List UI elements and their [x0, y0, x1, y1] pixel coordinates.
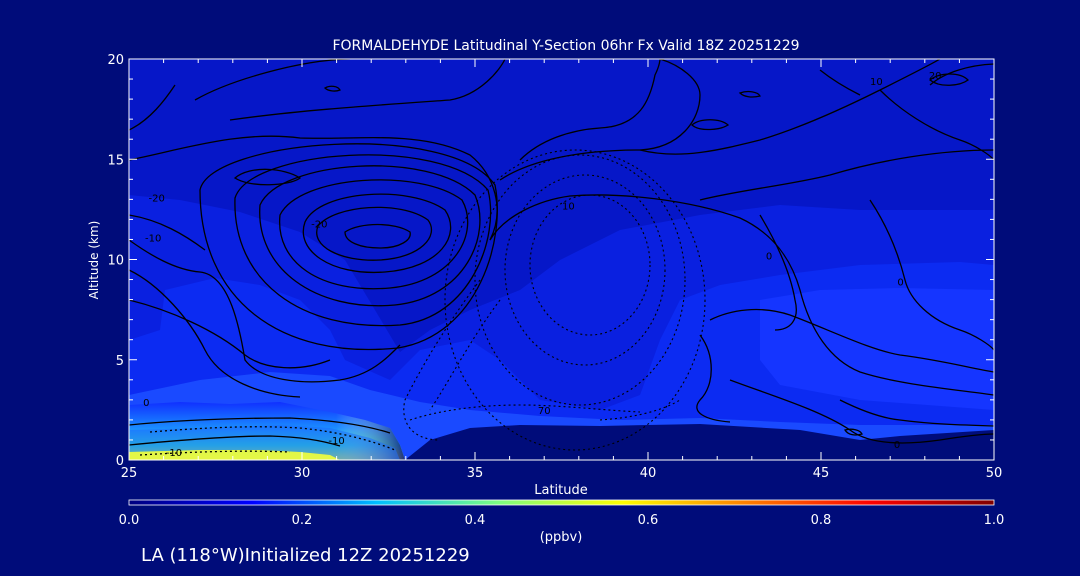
x-tick-label: 50	[986, 466, 1003, 481]
contour-label: 0	[897, 278, 903, 289]
footer-caption: LA (118°W)Initialized 12Z 20251229	[141, 545, 470, 566]
chart-title: FORMALDEHYDE Latitudinal Y-Section 06hr …	[332, 38, 799, 54]
contour-label: -10	[328, 436, 344, 447]
y-tick-label: 20	[107, 53, 124, 68]
colorbar-tick-label: 1.0	[984, 513, 1005, 528]
contour-label: 0	[143, 398, 149, 409]
contour-label: 0	[894, 440, 900, 451]
x-axis-label: Latitude	[534, 483, 588, 498]
x-tick-label: 45	[813, 466, 830, 481]
colorbar-tick-label: 0.2	[292, 513, 313, 528]
contour-label: -10	[166, 448, 182, 459]
colorbar-ticks: 0.0 0.2 0.4 0.6 0.8 1.0	[119, 513, 1005, 528]
chart-canvas: FORMALDEHYDE Latitudinal Y-Section 06hr …	[87, 38, 1005, 566]
colorbar-label: (ppbv)	[540, 530, 583, 545]
x-tick-label: 40	[640, 466, 657, 481]
x-tick-label: 35	[467, 466, 484, 481]
y-tick-label: 0	[116, 454, 124, 469]
contour-label: 0	[766, 252, 772, 263]
contour-label: -20	[311, 219, 327, 230]
colorbar-tick-label: 0.0	[119, 513, 140, 528]
contour-label: 10	[562, 201, 575, 212]
y-tick-label: 15	[107, 153, 124, 168]
colorbar	[128, 499, 995, 506]
contour-label: -10	[145, 233, 161, 244]
y-tick-label: 10	[107, 254, 124, 269]
x-tick-label: 30	[294, 466, 311, 481]
concentration-fill	[129, 59, 994, 460]
y-axis-label: Altitude (km)	[87, 221, 101, 300]
contour-label: 10	[870, 77, 883, 88]
contour-label: -20	[149, 193, 165, 204]
colorbar-tick-label: 0.8	[811, 513, 832, 528]
contour-label: 70	[538, 406, 551, 417]
colorbar-tick-label: 0.4	[465, 513, 486, 528]
colorbar-tick-label: 0.6	[638, 513, 659, 528]
y-tick-label: 5	[116, 354, 124, 369]
contour-label: 20	[929, 71, 942, 82]
